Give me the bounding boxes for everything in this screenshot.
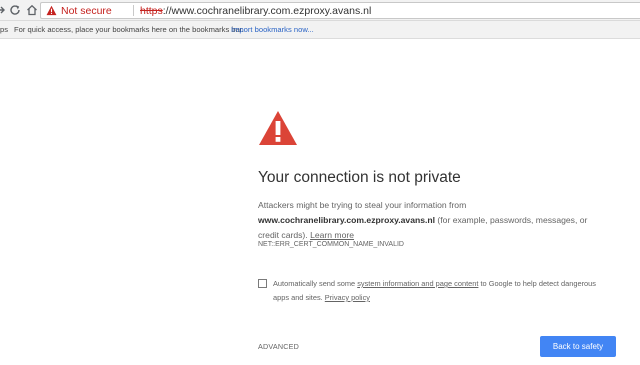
- system-info-link[interactable]: system information and page content: [357, 279, 478, 288]
- explanation-prefix: Attackers might be trying to steal your …: [258, 200, 467, 210]
- advanced-button[interactable]: ADVANCED: [258, 342, 299, 351]
- url-host: ://www.cochranelibrary.com.ezproxy.avans…: [162, 5, 372, 17]
- bookmarks-bar: ps For quick access, place your bookmark…: [0, 21, 640, 39]
- page-title: Your connection is not private: [258, 169, 461, 186]
- warning-triangle-icon[interactable]: [46, 5, 57, 16]
- host-name: www.cochranelibrary.com.ezproxy.avans.nl: [258, 215, 436, 225]
- bookmarks-bar-message: For quick access, place your bookmarks h…: [14, 25, 245, 34]
- danger-warning-icon: [259, 111, 297, 145]
- url-text[interactable]: https://www.cochranelibrary.com.ezproxy.…: [140, 4, 371, 18]
- explanation-paragraph: Attackers might be trying to steal your …: [258, 198, 608, 243]
- forward-arrow-icon[interactable]: [0, 3, 7, 17]
- error-code: NET::ERR_CERT_COMMON_NAME_INVALID: [258, 241, 404, 248]
- optin-text: Automatically send some system informati…: [273, 277, 613, 305]
- back-to-safety-button[interactable]: Back to safety: [540, 336, 616, 357]
- reload-icon[interactable]: [8, 3, 22, 17]
- send-info-checkbox[interactable]: [258, 279, 267, 288]
- not-secure-label[interactable]: Not secure: [61, 4, 112, 18]
- omnibox-separator: [133, 5, 134, 16]
- browser-toolbar: Not secure https://www.cochranelibrary.c…: [0, 0, 640, 21]
- learn-more-link[interactable]: Learn more: [310, 230, 354, 240]
- import-bookmarks-link[interactable]: Import bookmarks now...: [231, 21, 314, 38]
- apps-shortcut[interactable]: ps: [0, 21, 8, 38]
- address-bar[interactable]: Not secure https://www.cochranelibrary.c…: [40, 2, 640, 19]
- optin-prefix: Automatically send some: [273, 279, 356, 288]
- privacy-policy-link[interactable]: Privacy policy: [325, 293, 370, 302]
- home-icon[interactable]: [25, 3, 39, 17]
- url-scheme: https: [140, 5, 163, 17]
